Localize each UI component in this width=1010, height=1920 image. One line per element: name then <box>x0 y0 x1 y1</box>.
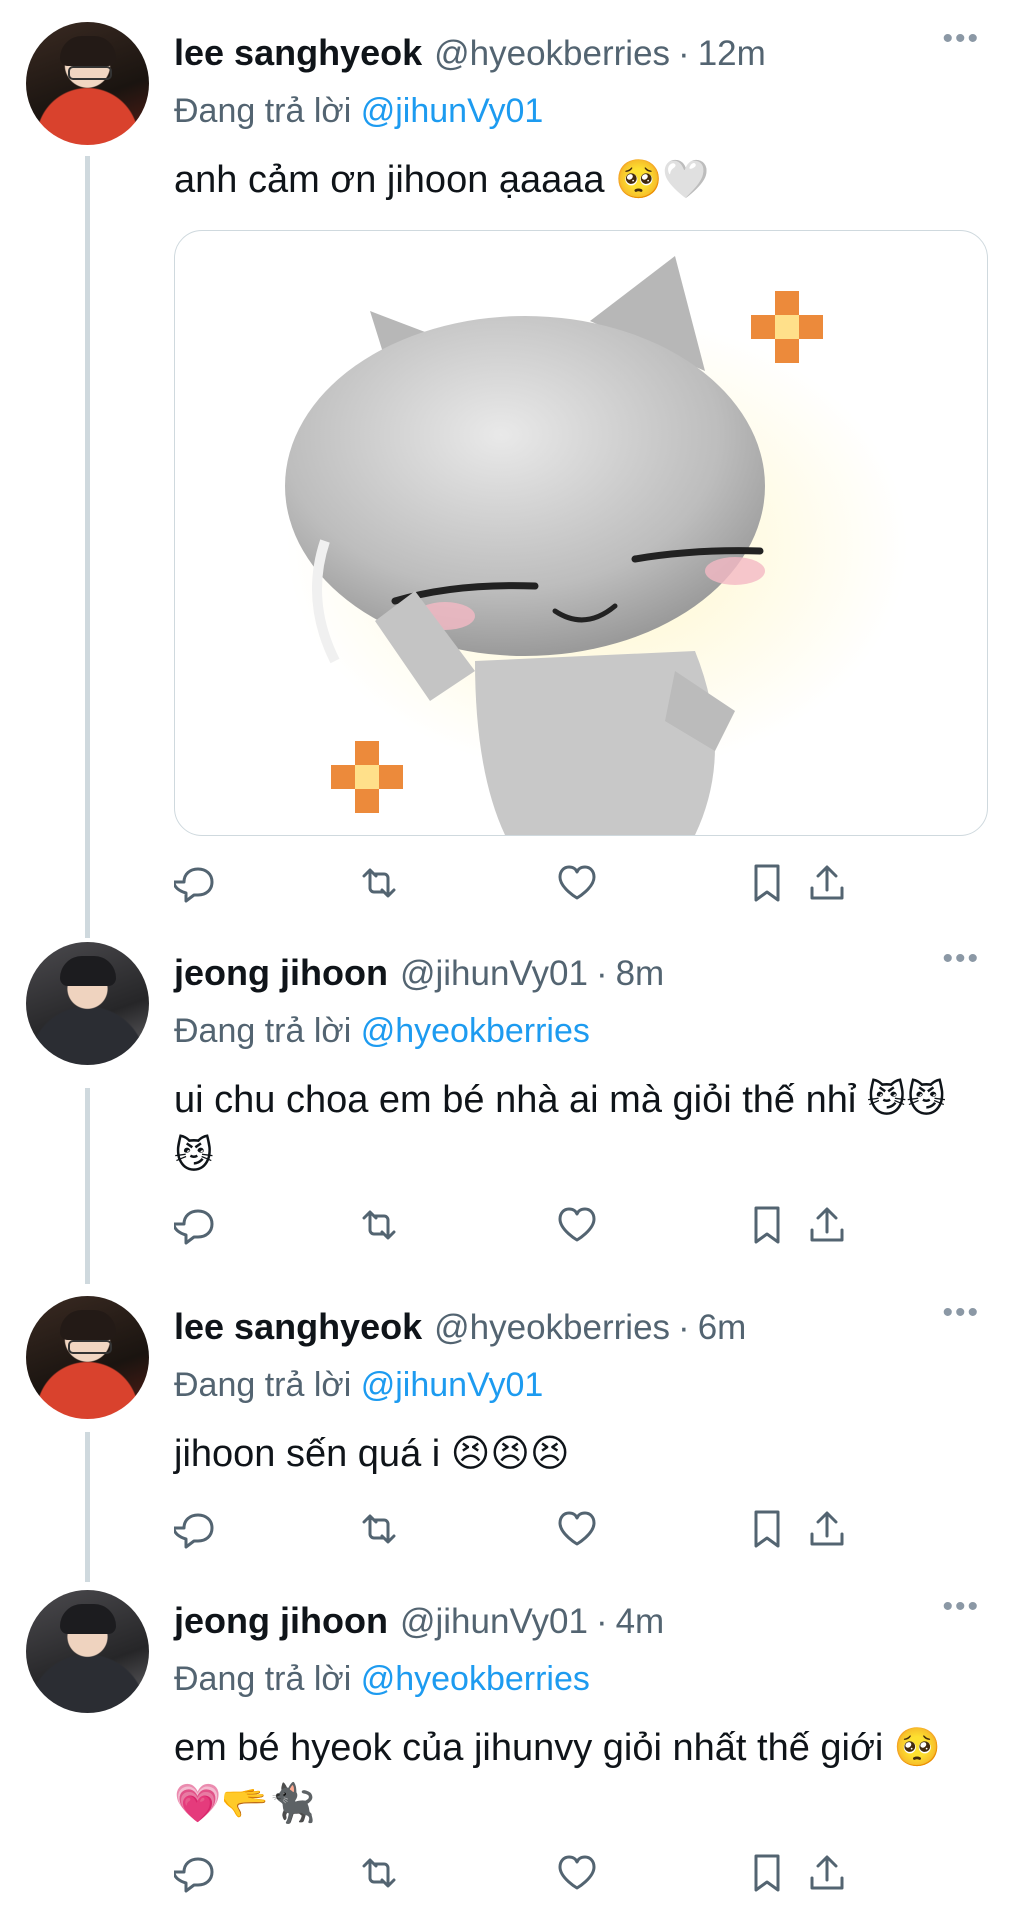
tweet-actions <box>172 1850 984 1900</box>
reply-mention[interactable]: @jihunVy01 <box>361 1366 544 1404</box>
tweet-header: lee sanghyeok @hyeokberries · 12m <box>174 32 980 74</box>
tweet[interactable]: jeong jihoon @jihunVy01 · 8m ••• Đang tr… <box>0 940 1010 1270</box>
bookmark-icon[interactable] <box>744 1506 790 1552</box>
tweet-actions <box>172 1506 984 1556</box>
separator: · <box>595 954 608 993</box>
timestamp[interactable]: 8m <box>616 954 665 994</box>
separator: · <box>595 1602 608 1641</box>
separator: · <box>678 34 690 73</box>
reply-mention[interactable]: @hyeokberries <box>361 1660 590 1698</box>
reply-context: Đang trả lời @jihunVy01 <box>174 1366 543 1405</box>
display-name[interactable]: lee sanghyeok <box>174 1306 422 1348</box>
tweet[interactable]: jeong jihoon @jihunVy01 · 4m ••• Đang tr… <box>0 1580 1010 1920</box>
like-icon[interactable] <box>554 860 600 906</box>
user-handle[interactable]: @hyeokberries <box>434 34 670 74</box>
reply-icon[interactable] <box>172 860 220 906</box>
retweet-icon[interactable] <box>356 860 402 906</box>
more-options-icon[interactable]: ••• <box>942 942 980 976</box>
reply-prefix: Đang trả lời <box>174 1012 352 1050</box>
tweet-header: jeong jihoon @jihunVy01 · 4m <box>174 1600 980 1642</box>
share-icon[interactable] <box>804 1202 850 1248</box>
share-icon[interactable] <box>804 1850 850 1896</box>
avatar[interactable] <box>26 22 149 145</box>
like-icon[interactable] <box>554 1202 600 1248</box>
bookmark-icon[interactable] <box>744 1850 790 1896</box>
cat-image <box>285 256 823 835</box>
tweet-header: lee sanghyeok @hyeokberries · 6m <box>174 1306 980 1348</box>
user-handle[interactable]: @hyeokberries <box>434 1308 670 1348</box>
retweet-icon[interactable] <box>356 1506 402 1552</box>
retweet-icon[interactable] <box>356 1850 402 1896</box>
tweet[interactable]: lee sanghyeok @hyeokberries · 6m ••• Đan… <box>0 1284 1010 1574</box>
tweet-media[interactable] <box>174 230 988 836</box>
separator: · <box>678 1308 690 1347</box>
reply-icon[interactable] <box>172 1202 220 1248</box>
timestamp[interactable]: 12m <box>698 34 766 74</box>
more-options-icon[interactable]: ••• <box>942 22 980 56</box>
reply-prefix: Đang trả lời <box>174 1366 352 1404</box>
share-icon[interactable] <box>804 1506 850 1552</box>
timestamp[interactable]: 4m <box>616 1602 665 1642</box>
display-name[interactable]: lee sanghyeok <box>174 32 422 74</box>
reply-mention[interactable]: @hyeokberries <box>361 1012 590 1050</box>
avatar[interactable] <box>26 942 149 1065</box>
tweet-header: jeong jihoon @jihunVy01 · 8m <box>174 952 980 994</box>
user-handle[interactable]: @jihunVy01 <box>400 1602 588 1642</box>
reply-prefix: Đang trả lời <box>174 92 352 130</box>
reply-prefix: Đang trả lời <box>174 1660 352 1698</box>
tweet-actions <box>172 1202 984 1252</box>
reply-context: Đang trả lời @hyeokberries <box>174 1012 590 1051</box>
bookmark-icon[interactable] <box>744 860 790 906</box>
timestamp[interactable]: 6m <box>698 1308 747 1348</box>
reply-icon[interactable] <box>172 1850 220 1896</box>
user-handle[interactable]: @jihunVy01 <box>400 954 588 994</box>
reply-mention[interactable]: @jihunVy01 <box>361 92 544 130</box>
share-icon[interactable] <box>804 860 850 906</box>
tweet-text: anh cảm ơn jihoon ạaaaa 🥺🤍 <box>174 159 710 201</box>
tweet-text: em bé hyeok của jihunvy giỏi nhất thế gi… <box>174 1727 942 1825</box>
reply-context: Đang trả lời @jihunVy01 <box>174 92 543 131</box>
avatar[interactable] <box>26 1590 149 1713</box>
tweet-text: jihoon sến quá i 😣😣😣 <box>174 1433 570 1475</box>
tweet-actions <box>172 860 984 910</box>
display-name[interactable]: jeong jihoon <box>174 1600 388 1642</box>
bookmark-icon[interactable] <box>744 1202 790 1248</box>
avatar[interactable] <box>26 1296 149 1419</box>
tweet-text: ui chu choa em bé nhà ai mà giỏi thế nhỉ… <box>174 1079 947 1177</box>
reply-context: Đang trả lời @hyeokberries <box>174 1660 590 1699</box>
more-options-icon[interactable]: ••• <box>942 1590 980 1624</box>
retweet-icon[interactable] <box>356 1202 402 1248</box>
display-name[interactable]: jeong jihoon <box>174 952 388 994</box>
more-options-icon[interactable]: ••• <box>942 1296 980 1330</box>
like-icon[interactable] <box>554 1850 600 1896</box>
like-icon[interactable] <box>554 1506 600 1552</box>
tweet[interactable]: lee sanghyeok @hyeokberries · 12m ••• Đa… <box>0 0 1010 930</box>
reply-icon[interactable] <box>172 1506 220 1552</box>
